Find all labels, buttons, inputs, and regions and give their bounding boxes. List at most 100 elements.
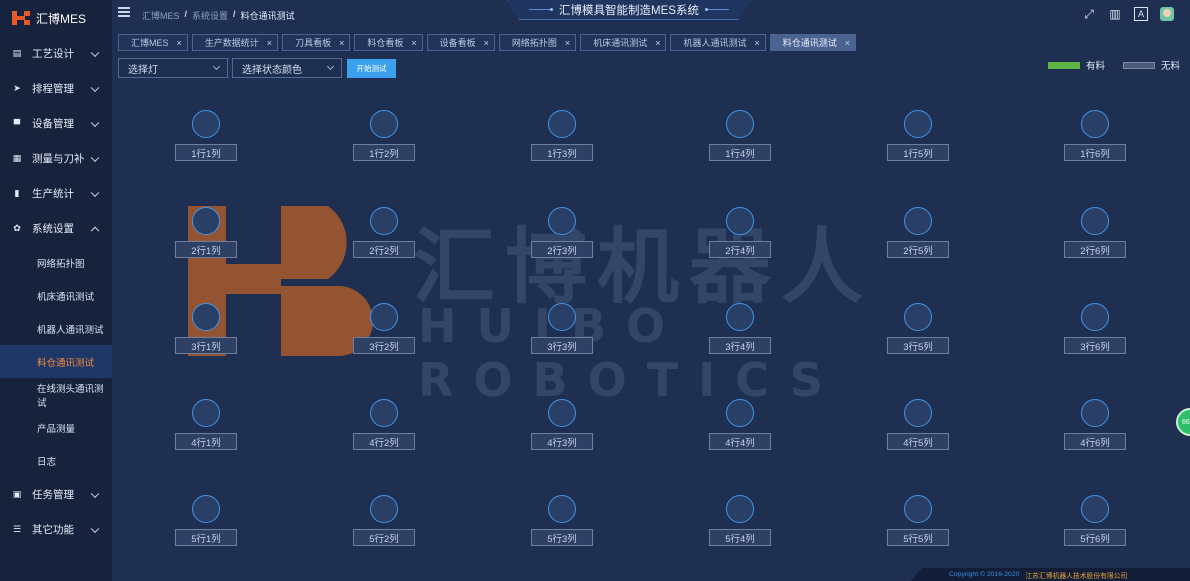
tab[interactable]: 料仓通讯测试 ×: [769, 34, 857, 51]
bin-indicator[interactable]: [548, 207, 576, 235]
sidebar-subitem[interactable]: 机器人通讯测试: [0, 312, 112, 345]
bin-indicator[interactable]: [1081, 495, 1109, 523]
bin-indicator[interactable]: [1081, 207, 1109, 235]
chevron-down-icon: [90, 118, 100, 127]
floating-chat-button[interactable]: 66: [1176, 408, 1190, 436]
bin-indicator[interactable]: [726, 303, 754, 331]
bin-indicator[interactable]: [548, 110, 576, 138]
bin-indicator[interactable]: [904, 495, 932, 523]
breadcrumb-item[interactable]: 系统设置: [192, 9, 228, 22]
user-avatar[interactable]: [1160, 7, 1174, 21]
menu-toggle-icon[interactable]: [118, 7, 130, 17]
chevron-down-icon: [90, 524, 100, 533]
start-test-button[interactable]: 开始测试: [347, 59, 396, 78]
tab[interactable]: 生产数据统计 ×: [191, 34, 279, 51]
bin-indicator[interactable]: [192, 110, 220, 138]
bin-label: 1行5列: [887, 144, 949, 161]
sidebar-subitem[interactable]: 料仓通讯测试: [0, 345, 112, 378]
close-icon[interactable]: ×: [339, 38, 344, 48]
sidebar: 汇博MES ▤ 工艺设计 ➤ 排程管理 ▀ 设备管理 ▦ 测量与刀补 ▮ 生产统计 ✿ 系统设置 网络拓…: [0, 0, 112, 581]
close-icon[interactable]: ×: [754, 38, 759, 48]
close-icon[interactable]: ×: [267, 38, 272, 48]
bin-indicator[interactable]: [726, 495, 754, 523]
bin-indicator[interactable]: [904, 110, 932, 138]
bin-indicator[interactable]: [192, 399, 220, 427]
bin-indicator[interactable]: [548, 303, 576, 331]
tab-label: 料仓通讯测试: [782, 38, 837, 48]
sidebar-item[interactable]: ✿ 系统设置: [0, 211, 112, 246]
breadcrumb-item[interactable]: 汇博MES: [142, 9, 180, 22]
bin-label: 2行1列: [175, 241, 237, 258]
fullscreen-icon[interactable]: ⤢: [1082, 7, 1096, 21]
close-icon[interactable]: ×: [565, 38, 570, 48]
bin-indicator[interactable]: [370, 207, 398, 235]
sidebar-subitem[interactable]: 在线测头通讯测试: [0, 378, 112, 411]
light-select[interactable]: 选择灯: [118, 58, 228, 78]
bin-indicator[interactable]: [904, 207, 932, 235]
app-logo[interactable]: 汇博MES: [0, 0, 112, 36]
sidebar-item[interactable]: ▤ 工艺设计: [0, 36, 112, 71]
bin-indicator[interactable]: [1081, 303, 1109, 331]
chevron-down-icon: [212, 62, 221, 71]
sidebar-subitem[interactable]: 产品测量: [0, 411, 112, 444]
close-icon[interactable]: ×: [484, 38, 489, 48]
bar-chart-icon: ▮: [14, 188, 20, 198]
bin-indicator[interactable]: [1081, 110, 1109, 138]
bin-indicator[interactable]: [370, 303, 398, 331]
bin-label: 5行6列: [1064, 529, 1126, 546]
bin-indicator[interactable]: [370, 399, 398, 427]
bin-indicator[interactable]: [548, 495, 576, 523]
close-icon[interactable]: ×: [411, 38, 416, 48]
sidebar-item[interactable]: ☰ 其它功能: [0, 512, 112, 547]
header-actions: ⤢ ▥ A: [1082, 7, 1174, 21]
font-size-icon[interactable]: A: [1134, 7, 1148, 21]
bin-indicator[interactable]: [726, 399, 754, 427]
sidebar-item[interactable]: ➤ 排程管理: [0, 71, 112, 106]
book-icon[interactable]: ▥: [1108, 7, 1122, 21]
bin-indicator[interactable]: [548, 399, 576, 427]
bin-indicator[interactable]: [192, 207, 220, 235]
tab[interactable]: 机床通讯测试 ×: [580, 34, 667, 51]
sidebar-item[interactable]: ▦ 测量与刀补: [0, 141, 112, 176]
tab[interactable]: 机器人通讯测试 ×: [670, 34, 766, 51]
bin-indicator[interactable]: [726, 207, 754, 235]
status-color-select-value: 选择状态颜色: [242, 64, 302, 76]
sidebar-item-label: 任务管理: [32, 489, 74, 501]
close-icon[interactable]: ×: [845, 38, 850, 48]
tab-label: 生产数据统计: [204, 38, 259, 48]
tab-label: 汇博MES: [131, 38, 169, 48]
sidebar-subitem[interactable]: 网络拓扑图: [0, 246, 112, 279]
app-name: 汇博MES: [36, 11, 87, 26]
bin-indicator[interactable]: [904, 303, 932, 331]
sidebar-item[interactable]: ▮ 生产统计: [0, 176, 112, 211]
bin-indicator[interactable]: [1081, 399, 1109, 427]
tab[interactable]: 刀具看板 ×: [282, 34, 351, 51]
bin-indicator[interactable]: [370, 495, 398, 523]
tab[interactable]: 设备看板 ×: [426, 34, 495, 51]
sidebar-subitem[interactable]: 机床通讯测试: [0, 279, 112, 312]
title-decoration: [704, 8, 729, 11]
sidebar-item[interactable]: ▀ 设备管理: [0, 106, 112, 141]
bin-label: 2行5列: [887, 241, 949, 258]
sidebar-item-label: 其它功能: [32, 524, 74, 536]
status-color-select[interactable]: 选择状态颜色: [232, 58, 342, 78]
tab[interactable]: 料仓看板 ×: [354, 34, 423, 51]
close-icon[interactable]: ×: [655, 38, 660, 48]
sidebar-item[interactable]: ▣ 任务管理: [0, 477, 112, 512]
bin-indicator[interactable]: [370, 110, 398, 138]
bin-indicator[interactable]: [192, 495, 220, 523]
task-icon: ▣: [12, 489, 22, 499]
bin-indicator[interactable]: [726, 110, 754, 138]
close-icon[interactable]: ×: [177, 38, 182, 48]
bin-indicator[interactable]: [192, 303, 220, 331]
tab[interactable]: 网络拓扑图 ×: [498, 34, 577, 51]
chevron-up-icon: [90, 226, 100, 235]
tab-label: 网络拓扑图: [511, 38, 557, 48]
tab-label: 料仓看板: [367, 38, 404, 48]
document-icon: ▤: [12, 48, 22, 58]
tab[interactable]: 汇博MES ×: [118, 34, 188, 51]
bin-indicator[interactable]: [904, 399, 932, 427]
tab-label: 机床通讯测试: [593, 38, 648, 48]
bin-label: 3行3列: [531, 337, 593, 354]
sidebar-subitem[interactable]: 日志: [0, 444, 112, 477]
